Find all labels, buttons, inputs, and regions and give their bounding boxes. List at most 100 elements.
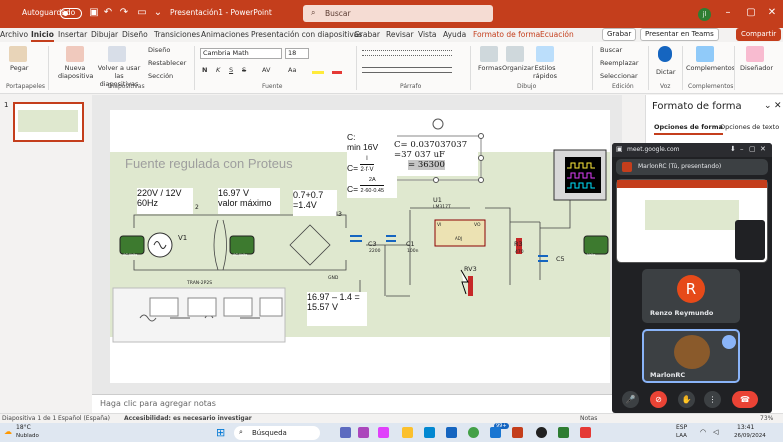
dictate-button[interactable]: Dictar	[656, 68, 676, 76]
copilot-icon[interactable]	[358, 427, 369, 438]
font-name-select[interactable]: Cambria Math	[200, 48, 282, 59]
maximize-icon[interactable]: ▢	[745, 7, 757, 19]
accessibility-status[interactable]: Accesibilidad: es necesario investigar	[124, 415, 252, 422]
taskbar-search[interactable]: ⌕ Búsqueda	[234, 426, 320, 440]
record-button[interactable]: Grabar	[602, 28, 637, 41]
participant-tile-marlon[interactable]: MarlonRC	[642, 329, 740, 383]
new-slide-button[interactable]: Nueva diapositiva	[58, 64, 93, 80]
volume-icon[interactable]: ◁	[713, 428, 718, 436]
participant-tile-renzo[interactable]: R Renzo Reymundo	[642, 269, 740, 323]
shapes-button[interactable]: Formas	[478, 64, 502, 72]
tab-inicio[interactable]: Inicio	[31, 30, 54, 42]
tab-grabar[interactable]: Grabar	[354, 30, 380, 39]
result-voltage-label[interactable]: 16.97 – 1.4 = 15.57 V	[307, 292, 367, 326]
peak-voltage-label[interactable]: 16.97 V valor máximo	[218, 188, 280, 214]
slide-thumbnail[interactable]	[13, 102, 84, 142]
present-teams-button[interactable]: Presentar en Teams	[640, 28, 719, 41]
highlight-icon[interactable]	[312, 66, 324, 74]
clock-date[interactable]: 26/09/2024	[734, 433, 766, 439]
arrange-button[interactable]: Organizar	[502, 64, 534, 72]
user-avatar[interactable]: jl	[698, 8, 711, 21]
section-button[interactable]: Sección	[148, 72, 173, 80]
tab-ayuda[interactable]: Ayuda	[443, 30, 466, 39]
meet-raise-hand-button[interactable]: ✋	[678, 391, 695, 408]
notes-toggle[interactable]: Notas	[580, 415, 597, 422]
tab-presentacion[interactable]: Presentación con diapositivas	[251, 30, 362, 39]
zoom-level[interactable]: 73%	[760, 415, 773, 422]
tab-animaciones[interactable]: Animaciones	[201, 30, 249, 39]
notes-pane[interactable]: Haga clic para agregar notas	[92, 394, 622, 413]
meet-close-icon[interactable]: ✕	[760, 145, 766, 153]
undo-icon[interactable]: ↶	[102, 7, 114, 19]
equation-box[interactable]: C= 0.037037037 =37 037 uF = 36300	[394, 140, 478, 176]
edge-icon[interactable]	[424, 427, 435, 438]
layout-button[interactable]: Diseño	[148, 46, 170, 54]
italic-button[interactable]: K	[216, 66, 220, 74]
input-language[interactable]: ESP	[676, 424, 687, 431]
app-icon[interactable]	[536, 427, 547, 438]
tab-transiciones[interactable]: Transiciones	[154, 30, 200, 39]
mail-icon[interactable]	[490, 427, 501, 438]
replace-button[interactable]: Reemplazar	[600, 59, 639, 67]
arrange-icon[interactable]	[506, 46, 524, 62]
app-icon[interactable]	[378, 427, 389, 438]
strikethrough-button[interactable]: S	[242, 66, 246, 74]
font-size-select[interactable]: 18	[285, 48, 309, 59]
designer-button[interactable]: Diseñador	[740, 64, 773, 72]
tab-vista[interactable]: Vista	[418, 30, 437, 39]
meet-camera-button[interactable]: ⊘	[650, 391, 667, 408]
app-icon[interactable]	[580, 427, 591, 438]
paste-icon[interactable]	[9, 46, 27, 62]
windows-start-icon[interactable]: ⊞	[216, 426, 225, 439]
alignment-buttons-row[interactable]	[362, 67, 452, 73]
share-button[interactable]: Compartir	[736, 28, 782, 41]
quick-styles-icon[interactable]	[536, 46, 554, 62]
present-icon[interactable]: ▭	[136, 7, 148, 19]
tab-text-options[interactable]: Opciones de texto	[720, 123, 779, 131]
task-view-icon[interactable]	[340, 427, 351, 438]
meet-mic-icon[interactable]: ⬇	[730, 145, 736, 153]
find-button[interactable]: Buscar	[600, 46, 622, 54]
slide-canvas[interactable]: Fuente regulada con Proteus C: min 16V C…	[110, 110, 610, 383]
bold-button[interactable]: N	[202, 66, 207, 74]
transformer-rating-label[interactable]: 220V / 12V 60Hz	[137, 188, 193, 214]
customize-icon[interactable]: ⌄	[152, 7, 164, 19]
store-icon[interactable]	[446, 427, 457, 438]
reuse-slides-icon[interactable]	[108, 46, 126, 62]
redo-icon[interactable]: ↷	[118, 7, 130, 19]
select-button[interactable]: Seleccionar	[600, 72, 638, 80]
shapes-icon[interactable]	[480, 46, 498, 62]
meet-more-button[interactable]: ⋮	[704, 391, 721, 408]
tab-dibujar[interactable]: Dibujar	[91, 30, 118, 39]
tab-insertar[interactable]: Insertar	[58, 30, 87, 39]
tab-shape-options[interactable]: Opciones de forma	[654, 123, 723, 135]
meet-expand-icon[interactable]: ▢	[749, 145, 756, 153]
meet-minimize-icon[interactable]: –	[740, 145, 744, 153]
slide-title[interactable]: Fuente regulada con Proteus	[125, 156, 293, 171]
tab-formato-forma[interactable]: Formato de forma	[473, 30, 540, 39]
input-layout[interactable]: LAA	[676, 433, 687, 439]
meet-hangup-button[interactable]: ☎	[732, 391, 758, 408]
quick-styles-button[interactable]: Estilos rápidos	[530, 64, 560, 80]
search-input[interactable]: ⌕ Buscar	[303, 5, 493, 22]
addins-button[interactable]: Complementos	[686, 64, 735, 72]
addins-icon[interactable]	[696, 46, 714, 62]
close-icon[interactable]: ✕	[766, 7, 778, 19]
chrome-icon[interactable]	[468, 427, 479, 438]
diode-drop-label[interactable]: 0.7+0.7 =1.4V	[293, 190, 337, 216]
tab-diseno[interactable]: Diseño	[122, 30, 148, 39]
paste-button[interactable]: Pegar	[10, 64, 28, 72]
tab-revisar[interactable]: Revisar	[386, 30, 414, 39]
clock-time[interactable]: 13:41	[737, 424, 754, 431]
minimize-icon[interactable]: –	[722, 7, 734, 19]
font-color-icon[interactable]	[332, 64, 342, 74]
meet-mic-button[interactable]: 🎤	[622, 391, 639, 408]
shared-screen-tile[interactable]	[616, 179, 768, 263]
designer-icon[interactable]	[746, 46, 764, 62]
change-case-button[interactable]: Aa	[288, 66, 296, 74]
tab-ecuacion[interactable]: Ecuación	[540, 30, 574, 39]
calculation-box[interactable]: C: min 16V C= I 2·f·V C= 2A 2·60·0.45	[347, 132, 397, 198]
new-slide-icon[interactable]	[66, 46, 84, 62]
char-spacing-button[interactable]: AV	[262, 66, 270, 74]
language-status[interactable]: Español (España)	[58, 415, 110, 422]
